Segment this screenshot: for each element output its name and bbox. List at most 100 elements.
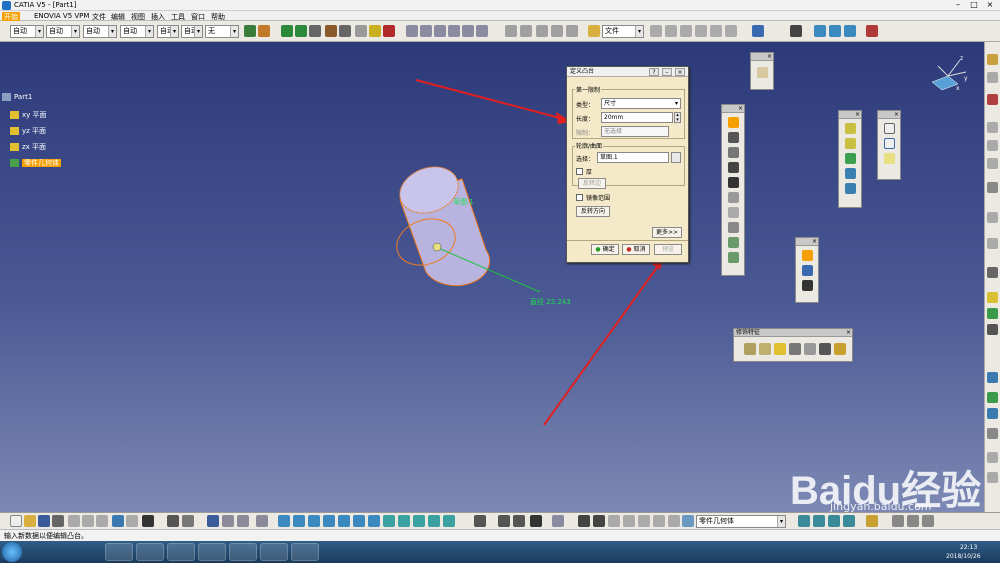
- close-icon[interactable]: ×: [855, 111, 860, 119]
- painter-icon[interactable]: [244, 25, 256, 37]
- snap-icon[interactable]: [566, 25, 578, 37]
- grid-icon[interactable]: [551, 25, 563, 37]
- close-icon[interactable]: ×: [846, 329, 851, 337]
- hole-icon[interactable]: [727, 177, 739, 188]
- shaft-icon[interactable]: [727, 147, 739, 158]
- reverse-direction-button[interactable]: 反转方向: [576, 206, 610, 217]
- zoom-icon[interactable]: [309, 25, 321, 37]
- line-thickness-combo[interactable]: 自动 ▾: [83, 25, 117, 38]
- line-type-combo[interactable]: 自动 ▾: [120, 25, 154, 38]
- rule-icon[interactable]: [653, 515, 665, 527]
- sketch-icon[interactable]: [756, 67, 768, 78]
- cut-icon[interactable]: [68, 515, 80, 527]
- constraint-icon[interactable]: [355, 25, 367, 37]
- minimize-button[interactable]: –: [950, 0, 966, 10]
- law-icon[interactable]: [383, 25, 395, 37]
- groove-icon[interactable]: [727, 162, 739, 173]
- cancel-button[interactable]: ● 取消: [622, 244, 650, 255]
- right-tool-icon-10[interactable]: [987, 267, 998, 278]
- pan-icon[interactable]: [308, 515, 320, 527]
- thick-checkbox[interactable]: [576, 168, 583, 175]
- length-spinner[interactable]: ▴ ▾: [674, 112, 681, 123]
- layer-combo[interactable]: 自动 ▾: [181, 25, 203, 38]
- right-tool-icon-9[interactable]: [987, 238, 998, 249]
- fit-all-icon[interactable]: [293, 515, 305, 527]
- right-tool-icon-18[interactable]: [987, 452, 998, 463]
- measure-icon[interactable]: [339, 25, 351, 37]
- body-icon[interactable]: [682, 515, 694, 527]
- right-tool-icon-12[interactable]: [987, 308, 998, 319]
- mirror-checkbox[interactable]: [576, 194, 583, 201]
- chamfer-icon[interactable]: [759, 343, 771, 355]
- tree-item-xy-plane[interactable]: xy 平面: [10, 110, 47, 120]
- right-tool-icon-8[interactable]: [987, 212, 998, 223]
- top-view-icon[interactable]: [413, 515, 425, 527]
- table-icon[interactable]: [520, 25, 532, 37]
- file-combo[interactable]: 文件 ▾: [602, 25, 644, 38]
- brush-icon[interactable]: [258, 25, 270, 37]
- view-icon-5[interactable]: [462, 25, 474, 37]
- tree-item-yz-plane[interactable]: yz 平面: [10, 126, 46, 136]
- ok-button[interactable]: ● 确定: [591, 244, 619, 255]
- right-tool-icon-11[interactable]: [987, 292, 998, 303]
- hide-show-icon[interactable]: [474, 515, 486, 527]
- more-button[interactable]: 更多>>: [652, 227, 682, 238]
- add-icon[interactable]: [828, 515, 840, 527]
- normal-view-icon[interactable]: [368, 515, 380, 527]
- close-icon[interactable]: ×: [812, 238, 817, 246]
- tree-toggle-icon[interactable]: [207, 515, 219, 527]
- sketch-tool-icon[interactable]: [801, 250, 813, 261]
- formula-icon[interactable]: [167, 515, 179, 527]
- view-icon-6[interactable]: [476, 25, 488, 37]
- start-button[interactable]: [2, 542, 22, 562]
- paste-icon[interactable]: [96, 515, 108, 527]
- right-tool-icon-4[interactable]: [987, 122, 998, 133]
- redo-icon[interactable]: [126, 515, 138, 527]
- fly-icon[interactable]: [278, 515, 290, 527]
- tool-icon-5[interactable]: [710, 25, 722, 37]
- comment-icon[interactable]: [182, 515, 194, 527]
- point-type-combo[interactable]: 自动 ▾: [157, 25, 179, 38]
- pattern-icon[interactable]: [801, 280, 813, 291]
- right-tool-icon-1[interactable]: [987, 54, 998, 65]
- compass-icon[interactable]: z y x: [926, 54, 970, 94]
- close-icon[interactable]: ×: [894, 111, 899, 119]
- shading-icon[interactable]: [428, 515, 440, 527]
- folder-icon[interactable]: [588, 25, 600, 37]
- pocket-icon[interactable]: [727, 132, 739, 143]
- knowledge-icon[interactable]: [623, 515, 635, 527]
- limit-field[interactable]: 无选择: [601, 126, 669, 137]
- thread-icon[interactable]: [819, 343, 831, 355]
- right-tool-icon-14[interactable]: [987, 372, 998, 383]
- view-icon-3[interactable]: [434, 25, 446, 37]
- front-view-icon[interactable]: [398, 515, 410, 527]
- length-field[interactable]: 20mm: [601, 112, 673, 123]
- right-tool-icon-19[interactable]: [987, 472, 998, 483]
- layer-filter-icon[interactable]: [513, 515, 525, 527]
- expand-icon[interactable]: [237, 515, 249, 527]
- multi-section-icon[interactable]: [727, 237, 739, 248]
- zoom-in-icon[interactable]: [338, 515, 350, 527]
- fillet-icon[interactable]: [744, 343, 756, 355]
- remove-icon[interactable]: [843, 515, 855, 527]
- print-icon[interactable]: [52, 515, 64, 527]
- reverse-side-button[interactable]: 反转边: [578, 178, 606, 189]
- transparency-combo[interactable]: 自动 ▾: [46, 25, 80, 38]
- help-button[interactable]: ?: [649, 68, 659, 76]
- sketch-icon[interactable]: [325, 25, 337, 37]
- view-icon-1[interactable]: [406, 25, 418, 37]
- help-icon[interactable]: [866, 25, 878, 37]
- type-select[interactable]: 尺寸 ▾: [601, 98, 681, 109]
- dialog-minimize-button[interactable]: –: [662, 68, 672, 76]
- rib-icon[interactable]: [727, 192, 739, 203]
- remove-face-icon[interactable]: [834, 343, 846, 355]
- right-tool-icon-17[interactable]: [987, 428, 998, 439]
- point-icon[interactable]: [883, 123, 895, 134]
- analysis-icon[interactable]: [752, 25, 764, 37]
- catalog-icon[interactable]: [505, 25, 517, 37]
- slot-icon[interactable]: [727, 207, 739, 218]
- open-icon[interactable]: [24, 515, 36, 527]
- right-tool-icon-3[interactable]: [987, 94, 998, 105]
- render-style-combo[interactable]: 无 ▾: [205, 25, 239, 38]
- boolean-icon[interactable]: [813, 515, 825, 527]
